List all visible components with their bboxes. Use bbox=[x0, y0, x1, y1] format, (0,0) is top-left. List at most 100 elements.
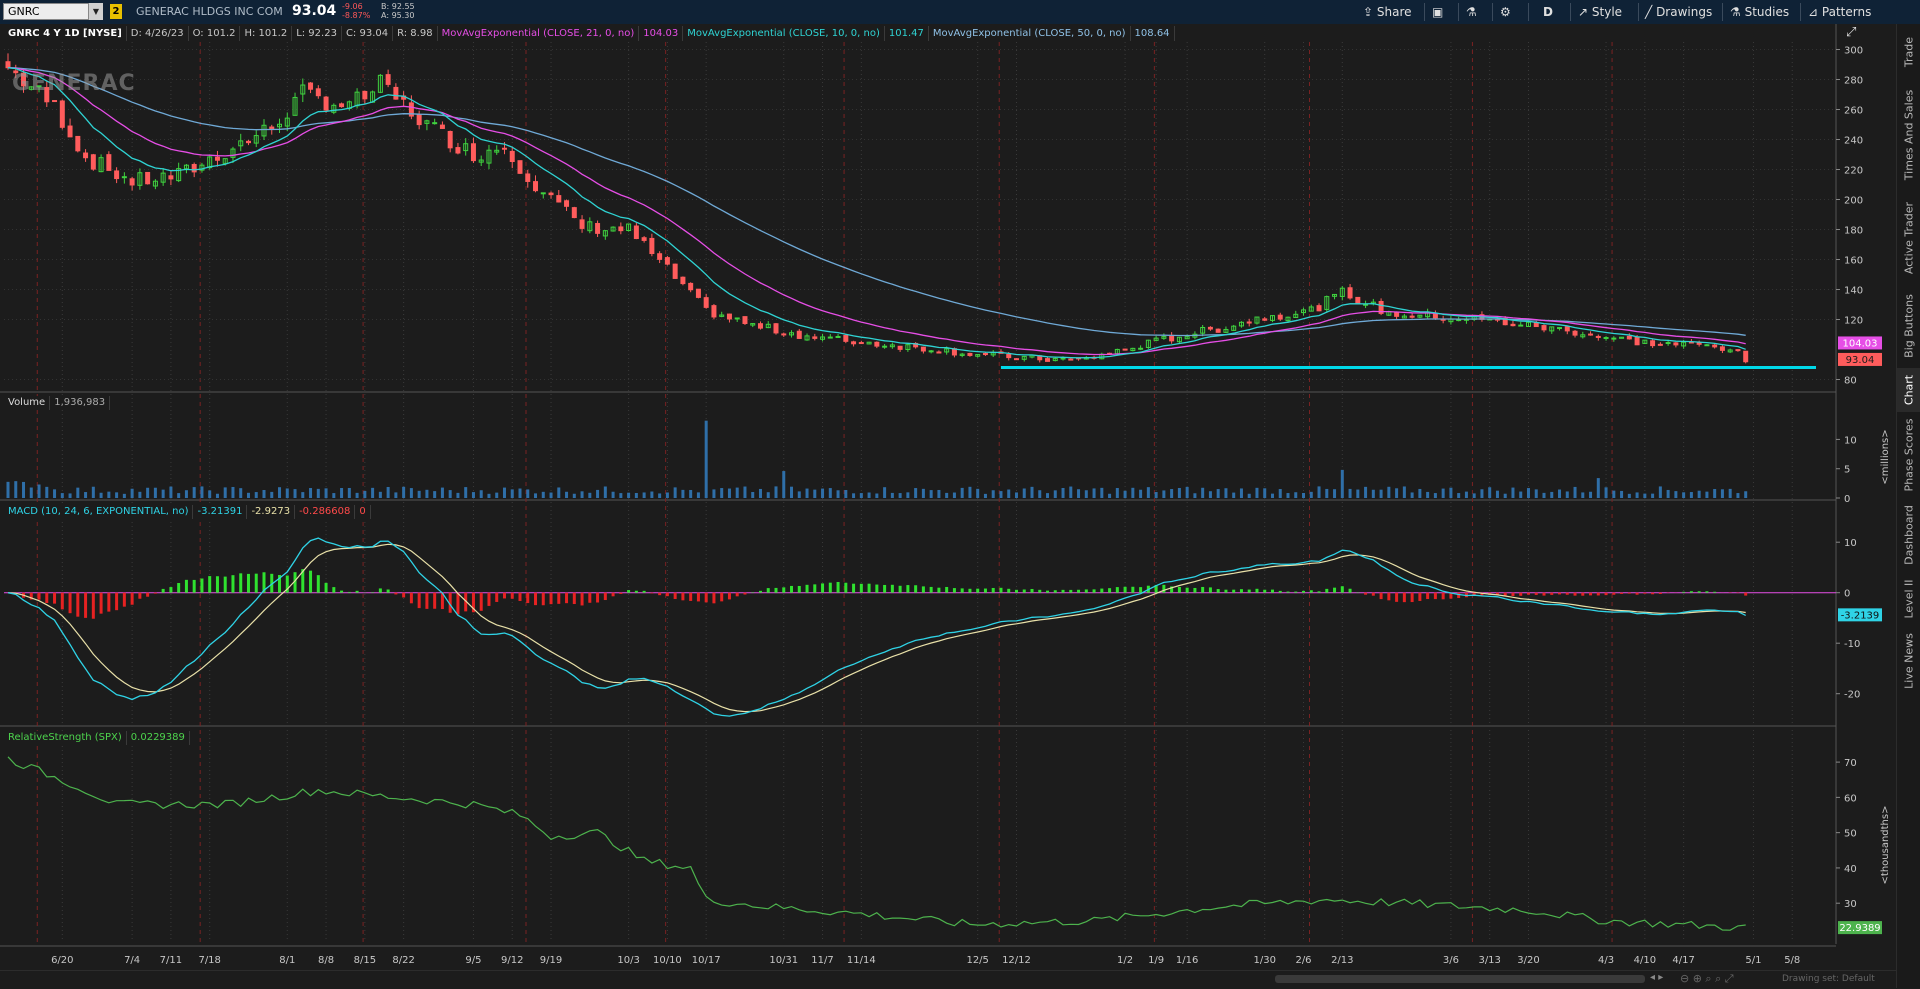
share-button[interactable]: ⇪ Share bbox=[1363, 3, 1412, 21]
thinkscript-button[interactable]: ⚗ bbox=[1466, 3, 1477, 21]
volume-bar bbox=[526, 489, 529, 498]
volume-bar bbox=[992, 490, 995, 498]
macd-histogram-bar bbox=[674, 593, 677, 599]
volume-bar bbox=[1178, 488, 1181, 498]
macd-histogram-bar bbox=[1279, 591, 1282, 593]
settings-button[interactable]: ⚙ bbox=[1500, 3, 1511, 21]
zoom-tools-icon[interactable]: ⊖ ⊕ ⌕ ⌕ ⤢ bbox=[1680, 972, 1734, 986]
ask-value: A: 95.30 bbox=[381, 11, 415, 20]
tab-trade[interactable]: Trade bbox=[1897, 26, 1920, 78]
volume-bar bbox=[1007, 490, 1010, 498]
macd-histogram-bar bbox=[154, 593, 157, 594]
horizontal-scrollbar[interactable] bbox=[1275, 975, 1645, 983]
tab-phase-scores[interactable]: Phase Scores bbox=[1897, 414, 1920, 496]
macd-histogram-bar bbox=[643, 591, 646, 593]
link-group-badge[interactable]: 2 bbox=[110, 4, 122, 19]
candle-body bbox=[76, 136, 80, 150]
candle-body bbox=[859, 343, 863, 344]
macd-histogram-bar bbox=[216, 576, 219, 592]
macd-histogram-bar bbox=[1294, 592, 1297, 593]
macd-histogram-bar bbox=[169, 587, 172, 593]
x-tick-label: 12/5 bbox=[966, 955, 988, 966]
tab-live-news[interactable]: Live News bbox=[1897, 626, 1920, 696]
macd-histogram-bar bbox=[712, 593, 715, 604]
tab-active-trader[interactable]: Active Trader bbox=[1897, 192, 1920, 284]
x-tick-label: 10/10 bbox=[653, 955, 682, 966]
volume-bar bbox=[1543, 493, 1546, 498]
macd-histogram-bar bbox=[922, 586, 925, 592]
macd-histogram-bar bbox=[224, 577, 227, 593]
snapshot-button[interactable]: ▣ bbox=[1432, 3, 1443, 21]
aggregation-button[interactable]: D bbox=[1543, 3, 1553, 21]
macd-histogram-bar bbox=[1566, 593, 1569, 595]
chart-area[interactable]: GENERAC 6/207/47/117/188/18/88/158/229/5… bbox=[0, 24, 1896, 970]
price-tick-label: 300 bbox=[1844, 46, 1863, 57]
volume-bar bbox=[883, 487, 886, 498]
macd-histogram-bar bbox=[402, 593, 405, 598]
tab-big-buttons[interactable]: Big Buttons bbox=[1897, 286, 1920, 366]
tab-dashboard[interactable]: Dashboard bbox=[1897, 498, 1920, 572]
macd-histogram-bar bbox=[1031, 589, 1034, 593]
volume-bar bbox=[394, 492, 397, 498]
candle-body bbox=[665, 258, 669, 265]
price-tick-label: 160 bbox=[1844, 256, 1863, 267]
volume-bar bbox=[1667, 490, 1670, 498]
right-sidebar: Trade Times And Sales Active Trader Big … bbox=[1896, 24, 1920, 988]
symbol-input[interactable]: GNRC bbox=[3, 3, 99, 20]
style-button[interactable]: ↗ Style bbox=[1578, 3, 1622, 21]
gear-icon: ⚙ bbox=[1500, 5, 1511, 19]
volume-tick-label: 5 bbox=[1844, 465, 1850, 476]
tab-chart[interactable]: Chart bbox=[1897, 368, 1920, 412]
volume-bar bbox=[798, 491, 801, 498]
macd-histogram-bar bbox=[782, 587, 785, 592]
macd-histogram-bar bbox=[899, 586, 902, 593]
volume-bar bbox=[550, 493, 553, 498]
scroll-arrows-icon[interactable]: ◂ ▸ bbox=[1650, 972, 1663, 983]
candle-body bbox=[534, 182, 538, 191]
ema10-label[interactable]: MovAvgExponential (CLOSE, 10, 0, no) bbox=[683, 26, 885, 41]
candle-body bbox=[704, 298, 708, 308]
candle-body bbox=[1573, 331, 1577, 335]
drawings-button[interactable]: ╱ Drawings bbox=[1645, 3, 1712, 21]
macd-histogram-bar bbox=[1046, 591, 1049, 593]
volume-bar bbox=[1418, 489, 1421, 498]
volume-bar bbox=[1496, 491, 1499, 498]
candle-body bbox=[526, 174, 530, 181]
macd-histogram-bar bbox=[596, 593, 599, 603]
candle-body bbox=[1348, 288, 1352, 298]
patterns-button[interactable]: ⊿ Patterns bbox=[1808, 3, 1871, 21]
studies-button[interactable]: ⚗ Studies bbox=[1730, 3, 1789, 21]
volume-bar bbox=[131, 489, 134, 498]
volume-bar bbox=[712, 489, 715, 498]
ema50-label[interactable]: MovAvgExponential (CLOSE, 50, 0, no) bbox=[929, 26, 1131, 41]
macd-histogram-bar bbox=[1302, 591, 1305, 593]
volume-label[interactable]: Volume bbox=[4, 396, 50, 410]
macd-histogram-bar bbox=[200, 579, 203, 593]
symbol-dropdown-icon[interactable]: ▼ bbox=[88, 3, 103, 20]
x-tick-label: 1/2 bbox=[1117, 955, 1133, 966]
macd-histogram-bar bbox=[1550, 593, 1553, 595]
tab-level-ii[interactable]: Level II bbox=[1897, 574, 1920, 624]
volume-bar bbox=[224, 487, 227, 498]
style-icon: ↗ bbox=[1578, 5, 1588, 19]
x-tick-label: 9/12 bbox=[501, 955, 523, 966]
macd-histogram-bar bbox=[1271, 590, 1274, 593]
volume-bar bbox=[1155, 492, 1158, 498]
candle-body bbox=[650, 238, 654, 253]
rs-label[interactable]: RelativeStrength (SPX) bbox=[4, 731, 127, 745]
rs-tick-label: 60 bbox=[1844, 793, 1857, 804]
rs-value: 0.0229389 bbox=[127, 731, 190, 745]
volume-bar bbox=[425, 490, 428, 498]
macd-histogram-bar bbox=[348, 592, 351, 593]
volume-bar bbox=[1139, 490, 1142, 498]
tab-times-and-sales[interactable]: Times And Sales bbox=[1897, 80, 1920, 190]
volume-bar bbox=[1480, 489, 1483, 498]
volume-bar bbox=[239, 488, 242, 498]
macd-histogram-bar bbox=[1574, 593, 1577, 596]
ema21-label[interactable]: MovAvgExponential (CLOSE, 21, 0, no) bbox=[438, 26, 640, 41]
volume-bar bbox=[418, 491, 421, 498]
macd-label[interactable]: MACD (10, 24, 6, EXPONENTIAL, no) bbox=[4, 505, 193, 519]
volume-bar bbox=[1255, 488, 1258, 498]
macd-histogram-bar bbox=[860, 584, 863, 593]
drawing-set-label[interactable]: Drawing set: Default bbox=[1782, 974, 1875, 984]
